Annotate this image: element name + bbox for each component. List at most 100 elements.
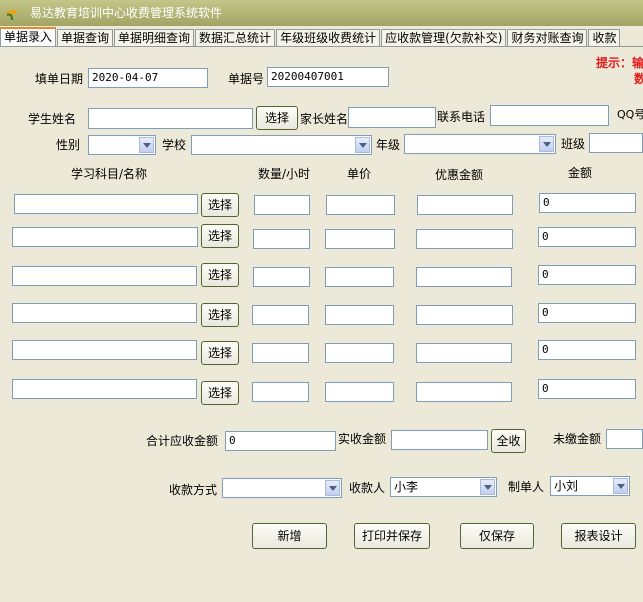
chevron-down-icon[interactable] [325,480,340,496]
qq-label: QQ号 [617,108,643,121]
price-field[interactable] [325,382,394,402]
payment-method-label: 收款方式 [169,483,218,497]
receive-all-button[interactable]: 全收 [491,429,526,453]
amount-field[interactable]: 0 [538,303,636,323]
quantity-field[interactable] [253,267,310,287]
gender-label: 性别 [56,138,81,152]
school-dropdown[interactable] [191,135,372,155]
subject-field[interactable] [12,303,197,323]
subject-field[interactable] [12,227,198,247]
tab-collection[interactable]: 收款 [588,29,621,46]
maker-value: 小刘 [554,479,579,493]
gender-dropdown[interactable] [88,135,156,155]
app-logo-icon [5,9,19,21]
tab-summary-statistics[interactable]: 数据汇总统计 [195,29,276,46]
class-field[interactable] [589,133,643,153]
select-subject-button[interactable]: 选择 [201,303,239,327]
chevron-down-icon[interactable] [480,479,495,495]
parent-name-field[interactable] [348,107,436,128]
amount-field[interactable]: 0 [538,340,636,360]
subject-column-header: 学习科目/名称 [71,167,148,181]
tab-receipt-detail-query[interactable]: 单据明细查询 [114,29,195,46]
price-column-header: 单价 [347,167,372,181]
select-student-button[interactable]: 选择 [256,106,298,130]
payee-label: 收款人 [349,481,386,495]
phone-label: 联系电话 [437,110,486,124]
amount-field[interactable]: 0 [538,379,636,399]
save-only-button[interactable]: 仅保存 [460,523,534,549]
parent-name-label: 家长姓名 [300,112,349,126]
discount-field[interactable] [417,195,513,215]
received-amount-label: 实收金额 [338,432,387,446]
chevron-down-icon[interactable] [539,136,554,152]
select-subject-button[interactable]: 选择 [201,224,239,248]
quantity-column-header: 数量/小时 [258,167,311,181]
quantity-field[interactable] [254,195,310,215]
print-and-save-button[interactable]: 打印并保存 [354,523,430,549]
quantity-field[interactable] [252,305,309,325]
select-subject-button[interactable]: 选择 [201,193,239,217]
select-subject-button[interactable]: 选择 [201,263,239,287]
discount-field[interactable] [416,382,512,402]
phone-field[interactable] [490,105,609,126]
tab-receipt-query[interactable]: 单据查询 [57,29,114,46]
discount-field[interactable] [416,305,513,325]
tab-reconciliation[interactable]: 财务对账查询 [507,29,588,46]
receivable-total-label: 合计应收金额 [146,434,219,448]
amount-field[interactable]: 0 [539,193,636,213]
subject-field[interactable] [12,266,197,286]
maker-label: 制单人 [508,480,545,494]
chevron-down-icon[interactable] [613,478,628,494]
hint-text-continued: 数 [634,72,643,86]
select-subject-button[interactable]: 选择 [201,381,239,405]
chevron-down-icon[interactable] [139,137,154,153]
discount-field[interactable] [416,267,512,287]
title-bar: 易达教育培训中心收费管理系统软件 [0,0,643,26]
hint-text: 提示：输 [596,56,643,70]
discount-column-header: 优惠金额 [435,168,484,182]
receipt-entry-panel: 填单日期 2020-04-07 单据号 20200407001 提示：输 数 学… [0,47,643,602]
payee-dropdown[interactable]: 小李 [390,477,497,497]
tab-bar: 单据录入 单据查询 单据明细查询 数据汇总统计 年级班级收费统计 应收款管理(欠款补交) 财… [0,27,643,47]
class-label: 班级 [561,137,586,151]
price-field[interactable] [326,195,395,215]
subject-field[interactable] [12,379,197,399]
amount-column-header: 金额 [568,166,593,180]
quantity-field[interactable] [253,229,310,249]
unpaid-amount-label: 未缴金额 [553,432,602,446]
tab-receivables[interactable]: 应收款管理(欠款补交) [381,29,507,46]
receipt-number-label: 单据号 [228,72,265,86]
price-field[interactable] [325,343,394,363]
price-field[interactable] [325,305,394,325]
maker-dropdown[interactable]: 小刘 [550,476,630,496]
select-subject-button[interactable]: 选择 [201,341,239,365]
chevron-down-icon[interactable] [355,137,370,153]
receivable-total-field[interactable]: 0 [225,431,336,451]
discount-field[interactable] [416,343,512,363]
new-button[interactable]: 新增 [252,523,327,549]
discount-field[interactable] [416,229,513,249]
student-name-field[interactable] [88,108,253,129]
school-label: 学校 [162,138,187,152]
window-title: 易达教育培训中心收费管理系统软件 [30,6,223,20]
quantity-field[interactable] [252,382,309,402]
subject-field[interactable] [14,194,198,214]
amount-field[interactable]: 0 [538,227,636,247]
report-design-button[interactable]: 报表设计 [561,523,636,549]
price-field[interactable] [325,229,395,249]
grade-label: 年级 [376,138,401,152]
tab-receipt-entry[interactable]: 单据录入 [0,27,57,46]
student-name-label: 学生姓名 [28,112,77,126]
receipt-number-field[interactable]: 20200407001 [267,67,389,87]
payment-method-dropdown[interactable] [222,478,342,498]
tab-grade-class-statistics[interactable]: 年级班级收费统计 [276,29,381,46]
subject-field[interactable] [12,340,197,360]
price-field[interactable] [325,267,394,287]
unpaid-amount-field[interactable] [606,429,643,449]
received-amount-field[interactable] [391,430,488,450]
date-label: 填单日期 [35,72,84,86]
quantity-field[interactable] [252,343,309,363]
amount-field[interactable]: 0 [538,265,636,285]
grade-dropdown[interactable] [404,134,556,154]
date-field[interactable]: 2020-04-07 [88,68,208,88]
